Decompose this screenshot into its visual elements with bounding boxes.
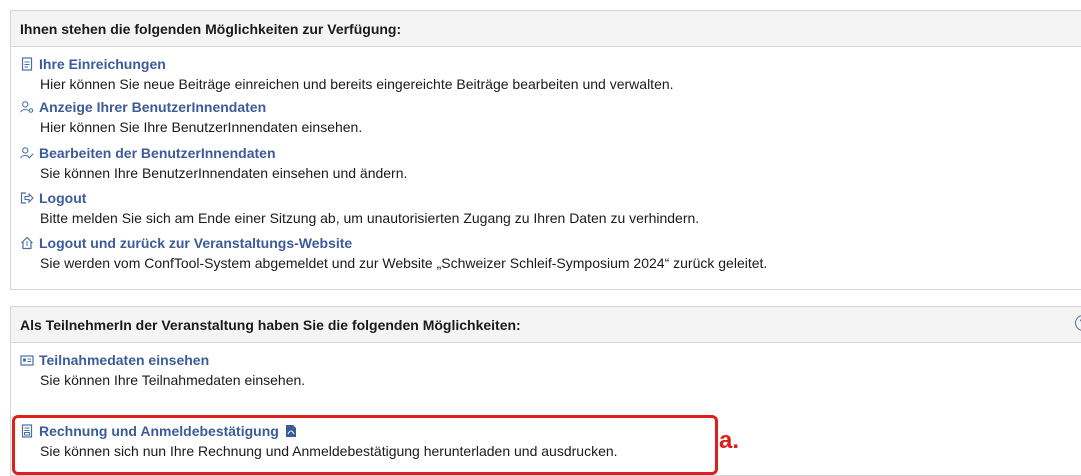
user-edit-link[interactable]: Bearbeiten der BenutzerInnendaten (20, 143, 407, 163)
user-edit-icon (20, 146, 34, 160)
logout-icon (20, 191, 34, 205)
logout-desc: Bitte melden Sie sich am Ende einer Sitz… (40, 210, 700, 226)
participation-desc: Sie können Ihre Teilnahmedaten einsehen. (40, 372, 306, 388)
logout-website-link[interactable]: Logout und zurück zur Veranstaltungs-Web… (20, 233, 767, 253)
home-logout-icon (20, 236, 34, 250)
logout-website-label: Logout und zurück zur Veranstaltungs-Web… (39, 235, 353, 251)
submissions-label: Ihre Einreichungen (39, 56, 166, 72)
logout-link[interactable]: Logout (20, 188, 699, 208)
document-icon (20, 57, 34, 71)
logout-label: Logout (39, 190, 87, 206)
user-view-label: Anzeige Ihrer BenutzerInnendaten (39, 99, 267, 115)
submissions-desc: Hier können Sie neue Beiträge einreichen… (40, 76, 674, 92)
logout-website-desc: Sie werden vom ConfTool-System abgemelde… (40, 255, 768, 271)
participation-link[interactable]: Teilnahmedaten einsehen (20, 350, 305, 370)
list-item-participation: Teilnahmedaten einsehen Sie können Ihre … (20, 350, 305, 390)
options-panel-header: Ihnen stehen die folgenden Möglichkeiten… (11, 11, 1081, 47)
user-view-icon (20, 100, 34, 114)
list-item-logout-website: Logout und zurück zur Veranstaltungs-Web… (20, 233, 767, 273)
submissions-link[interactable]: Ihre Einreichungen (20, 54, 674, 74)
list-item-logout: Logout Bitte melden Sie sich am Ende ein… (20, 188, 699, 228)
user-view-desc: Hier können Sie Ihre BenutzerInnendaten … (40, 119, 363, 135)
list-item-submissions: Ihre Einreichungen Hier können Sie neue … (20, 54, 674, 94)
participant-panel-title: Als TeilnehmerIn der Veranstaltung haben… (20, 316, 521, 333)
list-item-user-view: Anzeige Ihrer BenutzerInnendaten Hier kö… (20, 97, 362, 137)
user-edit-label: Bearbeiten der BenutzerInnendaten (39, 145, 276, 161)
options-panel: Ihnen stehen die folgenden Möglichkeiten… (10, 10, 1081, 290)
id-card-icon (20, 353, 34, 367)
annotation-label: a. (719, 427, 740, 454)
user-edit-desc: Sie können Ihre BenutzerInnendaten einse… (40, 165, 408, 181)
highlight-box (12, 415, 718, 475)
user-view-link[interactable]: Anzeige Ihrer BenutzerInnendaten (20, 97, 362, 117)
help-icon[interactable]: ? (1075, 315, 1081, 331)
participation-label: Teilnahmedaten einsehen (39, 352, 210, 368)
participant-panel-header: Als TeilnehmerIn der Veranstaltung haben… (11, 307, 1081, 343)
list-item-user-edit: Bearbeiten der BenutzerInnendaten Sie kö… (20, 143, 407, 183)
